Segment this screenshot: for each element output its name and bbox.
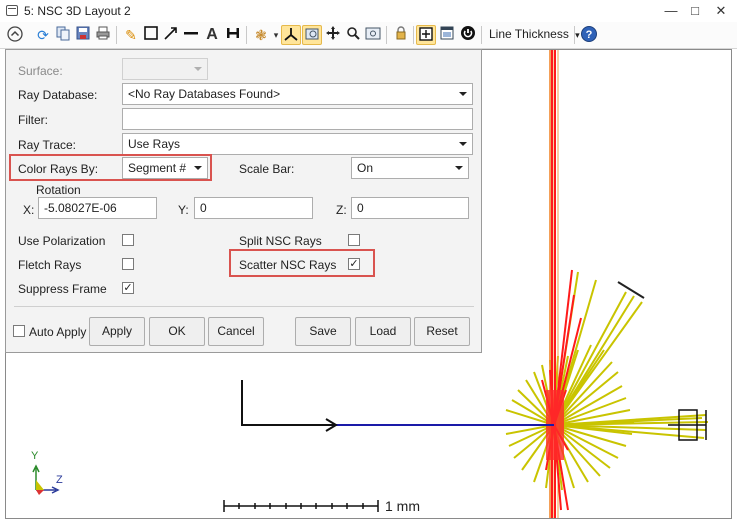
svg-text:?: ? (586, 29, 593, 41)
toolbar: ⟳ ✎ A ❃ ▾ Line Thickness ▾ ? (0, 22, 737, 49)
ray-trace-value: Use Rays (128, 137, 181, 151)
arrow-tool-icon[interactable] (161, 25, 181, 45)
chevron-down-icon (455, 166, 463, 170)
rotation-label: Rotation (36, 183, 81, 197)
axis-z-label: Z (56, 474, 63, 486)
use-polarization-label: Use Polarization (18, 234, 106, 248)
auto-apply-checkbox[interactable] (13, 325, 25, 337)
fit-to-window-icon[interactable] (416, 25, 436, 45)
ray-trace-select[interactable]: Use Rays (122, 133, 473, 155)
window-icon (6, 5, 18, 16)
window-title: 5: NSC 3D Layout 2 (24, 4, 131, 18)
chevron-down-icon (459, 142, 467, 146)
save-button[interactable]: Save (295, 317, 351, 346)
scale-bar-value: On (357, 161, 374, 175)
print-icon[interactable] (93, 25, 113, 45)
minimize-button[interactable]: — (661, 2, 681, 20)
collapse-settings-icon[interactable] (5, 25, 25, 45)
rotation-x-input[interactable]: -5.08027E-06 (38, 197, 157, 219)
chevron-down-icon (194, 166, 202, 170)
reset-button[interactable]: Reset (414, 317, 470, 346)
zoom-extents-icon[interactable] (363, 25, 383, 45)
ray-database-select[interactable]: <No Ray Databases Found> (122, 83, 473, 105)
cancel-button[interactable]: Cancel (208, 317, 264, 346)
rotation-y-label: Y: (178, 203, 189, 217)
ray-database-label: Ray Database: (18, 88, 98, 102)
scatter-nsc-rays-checkbox[interactable]: ✓ (348, 258, 360, 270)
chevron-down-icon (459, 92, 467, 96)
text-tool-icon[interactable]: A (202, 25, 222, 45)
ray-database-value: <No Ray Databases Found> (128, 87, 281, 101)
divider (14, 306, 474, 307)
close-button[interactable]: ✕ (711, 2, 731, 20)
color-rays-by-select[interactable]: Segment # (122, 157, 208, 179)
source-arrow (241, 380, 336, 426)
line-thickness-dropdown[interactable]: Line Thickness ▾ (489, 27, 580, 41)
fletch-rays-label: Fletch Rays (18, 258, 82, 272)
axis-triad (32, 464, 60, 495)
zoom-window-icon[interactable] (302, 25, 322, 45)
maximize-button[interactable]: □ (685, 2, 705, 20)
title-bar: 5: NSC 3D Layout 2 — □ ✕ (0, 0, 737, 23)
line-tool-icon[interactable] (181, 25, 201, 45)
lock-icon[interactable] (391, 25, 411, 45)
ray-trace-label: Ray Trace: (18, 138, 77, 152)
surface-select[interactable] (122, 58, 208, 80)
detector-surface (617, 281, 645, 299)
split-nsc-rays-label: Split NSC Rays (239, 234, 322, 248)
zoom-icon[interactable] (343, 25, 363, 45)
suppress-frame-label: Suppress Frame (18, 282, 107, 296)
split-nsc-rays-checkbox[interactable] (348, 234, 360, 246)
line-thickness-label: Line Thickness (489, 27, 569, 41)
surface-label: Surface: (18, 64, 63, 78)
ok-button[interactable]: OK (149, 317, 205, 346)
color-rays-by-value: Segment # (128, 161, 187, 175)
dimension-tool-icon[interactable] (223, 25, 243, 45)
rotation-x-label: X: (23, 203, 35, 217)
rectangle-icon[interactable] (141, 25, 161, 45)
load-button[interactable]: Load (355, 317, 411, 346)
filter-label: Filter: (18, 113, 48, 127)
auto-apply-label: Auto Apply (29, 325, 87, 339)
color-rays-by-label: Color Rays By: (18, 162, 99, 176)
rotation-y-input[interactable]: 0 (194, 197, 313, 219)
scale-bar-select[interactable]: On (351, 157, 469, 179)
copy-icon[interactable] (53, 25, 73, 45)
scale-bar-label: 1 mm (385, 498, 420, 514)
pencil-icon[interactable]: ✎ (121, 25, 141, 45)
refresh-icon[interactable]: ⟳ (33, 25, 53, 45)
use-polarization-checkbox[interactable] (122, 234, 134, 246)
scale-bar (223, 500, 379, 512)
scale-bar-label-field: Scale Bar: (239, 162, 295, 176)
axis-orientation-icon[interactable] (281, 25, 301, 45)
help-icon[interactable]: ? (579, 25, 599, 45)
filter-input[interactable] (122, 108, 473, 130)
rotation-z-input[interactable]: 0 (351, 197, 469, 219)
rotation-z-label: Z: (336, 203, 347, 217)
fletch-rays-checkbox[interactable] (122, 258, 134, 270)
scattered-rays-yellow (505, 271, 709, 491)
axis-y-label: Y (31, 450, 39, 462)
power-icon[interactable] (458, 25, 478, 45)
chevron-down-icon (194, 67, 202, 71)
suppress-frame-checkbox[interactable]: ✓ (122, 282, 134, 294)
scatter-nsc-rays-label: Scatter NSC Rays (239, 258, 337, 272)
pan-icon[interactable] (323, 25, 343, 45)
settings-panel: Surface: Ray Database: <No Ray Databases… (5, 49, 482, 353)
save-icon[interactable] (73, 25, 93, 45)
apply-button[interactable]: Apply (89, 317, 145, 346)
window-layout-icon[interactable] (437, 25, 457, 45)
